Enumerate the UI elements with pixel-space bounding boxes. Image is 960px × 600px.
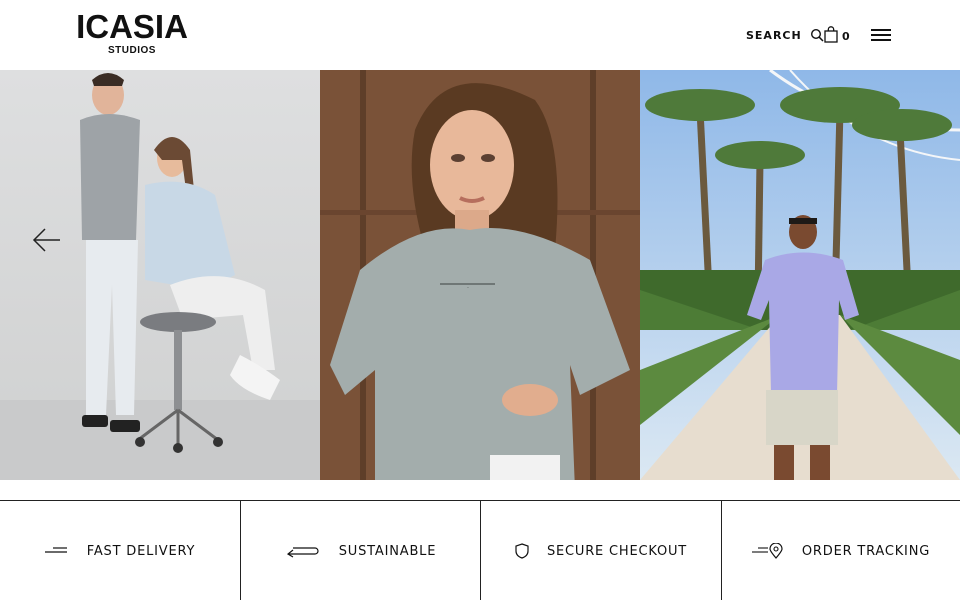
svg-text:.: . [467, 281, 469, 290]
search-label: SEARCH [746, 28, 802, 42]
features-strip: FAST DELIVERY SUSTAINABLE SECURE CHECKOU… [0, 500, 960, 600]
feature-label: SECURE CHECKOUT [546, 543, 688, 559]
feature-fast-delivery: FAST DELIVERY [0, 501, 240, 600]
search-icon [810, 28, 824, 42]
feature-label: FAST DELIVERY [86, 543, 196, 559]
feature-sustainable: SUSTAINABLE [240, 501, 480, 600]
cart-count: 0 [842, 30, 850, 43]
hero-image-woman-tshirt[interactable]: . [320, 70, 640, 480]
search-button[interactable]: SEARCH [746, 27, 824, 43]
shield-icon [515, 543, 529, 559]
hero-carousel: . [0, 70, 960, 480]
brand-logo[interactable]: ICASIA STUDIOS [70, 10, 194, 60]
hero-image-man-palms[interactable] [640, 70, 960, 480]
location-pin-icon [751, 543, 783, 559]
delivery-lines-icon [44, 547, 67, 553]
logo-wordmark: ICASIA [76, 8, 188, 45]
arrow-left-icon[interactable] [32, 227, 62, 253]
shopping-bag-icon [824, 26, 838, 43]
return-arrow-icon [286, 547, 319, 558]
feature-label: SUSTAINABLE [338, 543, 437, 559]
feature-secure-checkout: SECURE CHECKOUT [480, 501, 721, 600]
hero-image-couple[interactable] [0, 70, 320, 480]
feature-order-tracking: ORDER TRACKING [721, 501, 960, 600]
cart-button[interactable]: 0 [824, 25, 850, 43]
site-header: ICASIA STUDIOS SEARCH 0 [0, 0, 960, 70]
feature-label: ORDER TRACKING [801, 543, 931, 559]
hamburger-menu-icon[interactable] [871, 28, 893, 42]
logo-subtitle: STUDIOS [108, 45, 156, 56]
